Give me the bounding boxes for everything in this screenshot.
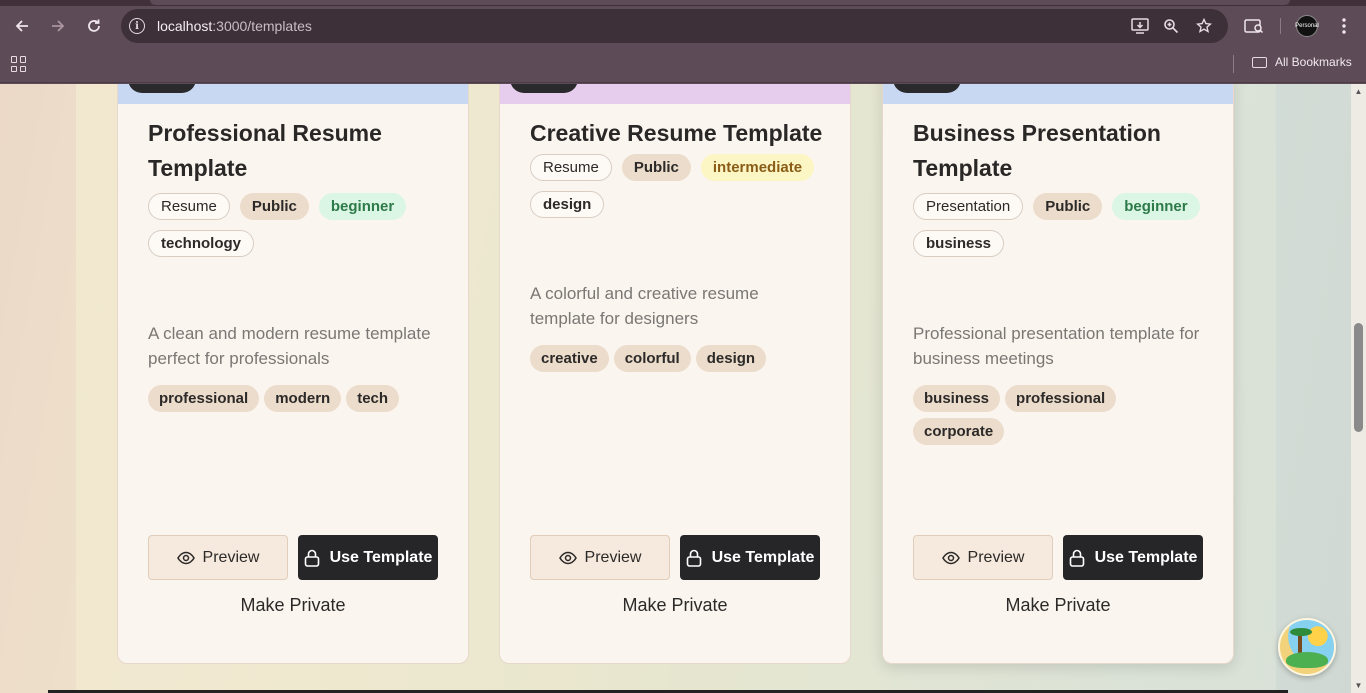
card-title: Creative Resume Template xyxy=(530,120,823,146)
reload-icon[interactable] xyxy=(78,10,110,42)
card-description: A clean and modern resume template perfe… xyxy=(148,324,431,368)
template-card: Creative Resume Template Resume Public i… xyxy=(499,84,851,664)
make-private-button[interactable]: Make Private xyxy=(118,595,468,616)
scroll-down-arrow-icon[interactable]: ▼ xyxy=(1354,681,1363,690)
bookmark-star-icon[interactable] xyxy=(1194,16,1214,36)
use-template-button[interactable]: Use Template xyxy=(680,535,820,580)
use-template-button[interactable]: Use Template xyxy=(298,535,438,580)
card-title: Professional Resume Template xyxy=(148,120,382,181)
tag: design xyxy=(695,345,767,372)
preview-button[interactable]: Preview xyxy=(148,535,288,580)
use-template-button[interactable]: Use Template xyxy=(1063,535,1203,580)
card-description: Professional presentation template for b… xyxy=(913,324,1200,368)
folder-icon xyxy=(1252,56,1267,68)
make-private-button[interactable]: Make Private xyxy=(500,595,850,616)
scrollbar-thumb[interactable] xyxy=(1354,323,1363,432)
tag: tech xyxy=(346,385,400,412)
site-info-icon[interactable]: i xyxy=(129,18,145,34)
badge-list: Presentation Public beginner business xyxy=(913,193,1208,257)
card-header xyxy=(118,84,468,104)
template-card: Professional Resume Template Resume Publ… xyxy=(117,84,469,664)
tab-search-icon[interactable] xyxy=(1242,14,1266,38)
visibility-badge: Public xyxy=(621,154,691,181)
difficulty-badge: intermediate xyxy=(700,154,815,181)
preview-button[interactable]: Preview xyxy=(530,535,670,580)
tag: professional xyxy=(1005,385,1117,412)
all-bookmarks-button[interactable]: All Bookmarks xyxy=(1252,55,1352,69)
apps-grid-icon[interactable] xyxy=(11,56,27,72)
industry-badge: design xyxy=(530,191,605,218)
visibility-badge: Public xyxy=(239,193,309,220)
profile-avatar[interactable]: Personal xyxy=(1295,15,1319,37)
industry-badge: business xyxy=(913,230,1005,257)
tag: business xyxy=(913,385,1001,412)
difficulty-badge: beginner xyxy=(318,193,407,220)
eye-icon xyxy=(176,551,195,565)
category-badge: Resume xyxy=(148,193,230,220)
tag-list: creative colorful design xyxy=(530,345,825,372)
eye-icon xyxy=(941,551,960,565)
back-arrow-icon[interactable] xyxy=(6,10,38,42)
category-badge: Presentation xyxy=(913,193,1024,220)
industry-badge: technology xyxy=(148,230,255,257)
preview-button[interactable]: Preview xyxy=(913,535,1053,580)
card-title: Business Presentation Template xyxy=(913,120,1161,181)
page-viewport: Professional Resume Template Resume Publ… xyxy=(0,84,1366,693)
card-description: A colorful and creative resume template … xyxy=(530,284,759,328)
address-bar[interactable]: i localhost:3000/templates xyxy=(121,9,1228,43)
visibility-badge: Public xyxy=(1033,193,1103,220)
card-header xyxy=(500,84,850,104)
tag: colorful xyxy=(613,345,691,372)
assistant-avatar-button[interactable] xyxy=(1278,618,1336,676)
make-private-button[interactable]: Make Private xyxy=(883,595,1233,616)
card-header xyxy=(883,84,1233,104)
page-scrollbar[interactable]: ▲ ▼ xyxy=(1351,84,1366,693)
install-app-icon[interactable] xyxy=(1130,16,1150,36)
bookmarks-bar: All Bookmarks xyxy=(0,46,1366,83)
lock-icon xyxy=(1069,549,1085,567)
lock-icon xyxy=(304,549,320,567)
browser-toolbar: i localhost:3000/templates Personal xyxy=(0,6,1366,46)
forward-arrow-icon[interactable] xyxy=(42,10,74,42)
tag: professional xyxy=(148,385,260,412)
tag: modern xyxy=(264,385,342,412)
lock-icon xyxy=(686,549,702,567)
url-text: localhost:3000/templates xyxy=(157,18,312,34)
badge-list: Resume Public beginner technology xyxy=(148,193,443,257)
difficulty-badge: beginner xyxy=(1112,193,1200,220)
category-badge: Resume xyxy=(530,154,612,181)
tag-list: business professional corporate xyxy=(913,385,1208,445)
menu-kebab-icon[interactable] xyxy=(1332,14,1356,38)
tag: creative xyxy=(530,345,609,372)
badge-list: Resume Public intermediate design xyxy=(530,154,825,218)
eye-icon xyxy=(558,551,577,565)
template-card: Business Presentation Template Presentat… xyxy=(882,84,1234,664)
tag-list: professional modern tech xyxy=(148,385,443,412)
tag: corporate xyxy=(913,418,1005,445)
scroll-up-arrow-icon[interactable]: ▲ xyxy=(1354,87,1363,96)
zoom-icon[interactable] xyxy=(1161,16,1181,36)
